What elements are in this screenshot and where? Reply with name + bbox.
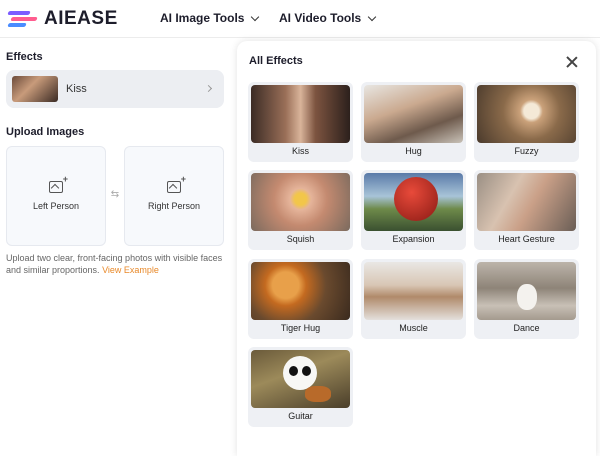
upload-images-title: Upload Images <box>6 126 85 138</box>
selected-effect-label: Kiss <box>66 83 87 95</box>
selected-effect-thumbnail <box>12 76 58 102</box>
effect-card-expansion[interactable]: Expansion <box>361 170 466 250</box>
guitar-shape <box>305 386 331 402</box>
dog-shape <box>517 284 537 310</box>
nav-ai-image-tools[interactable]: AI Image Tools <box>160 11 260 25</box>
effect-card-heart-gesture[interactable]: Heart Gesture <box>474 170 579 250</box>
effect-card-hug[interactable]: Hug <box>361 82 466 162</box>
left-panel: Effects Kiss Upload Images Left Person ⇆… <box>0 39 236 456</box>
effect-thumbnail <box>364 85 463 143</box>
effect-thumbnail <box>477 173 576 231</box>
upload-hint: Upload two clear, front-facing photos wi… <box>6 252 232 276</box>
balloon-shape <box>394 177 438 221</box>
effect-label: Tiger Hug <box>280 323 321 333</box>
effect-label: Fuzzy <box>514 146 539 156</box>
effect-label: Hug <box>405 146 422 156</box>
close-icon[interactable] <box>566 56 578 68</box>
effect-thumbnail <box>251 173 350 231</box>
effect-thumbnail <box>251 262 350 320</box>
effect-label: Heart Gesture <box>498 234 555 244</box>
effect-label: Guitar <box>288 411 313 421</box>
logo-mark-icon <box>7 10 38 28</box>
brand-logo[interactable]: AIEASE <box>7 8 118 30</box>
upload-right-person[interactable]: Right Person <box>124 146 224 246</box>
effect-card-kiss[interactable]: Kiss <box>248 82 353 162</box>
effect-thumbnail <box>251 350 350 408</box>
nav-ai-image-tools-label: AI Image Tools <box>160 11 245 25</box>
nav-ai-video-tools-label: AI Video Tools <box>279 11 362 25</box>
upload-left-person[interactable]: Left Person <box>6 146 106 246</box>
effect-card-tiger-hug[interactable]: Tiger Hug <box>248 259 353 339</box>
chevron-down-icon <box>251 12 260 21</box>
effect-thumbnail <box>477 85 576 143</box>
all-effects-popup: All Effects Kiss Hug Fuzzy Squish Expans… <box>237 41 596 456</box>
image-plus-icon <box>167 174 186 193</box>
effects-section-title: Effects <box>6 51 43 63</box>
effect-label: Muscle <box>399 323 428 333</box>
effect-thumbnail <box>364 173 463 231</box>
effect-card-dance[interactable]: Dance <box>474 259 579 339</box>
upload-right-person-label: Right Person <box>147 201 201 211</box>
effect-label: Squish <box>286 234 315 244</box>
effect-thumbnail <box>477 262 576 320</box>
popup-title: All Effects <box>249 55 303 67</box>
effect-label: Expansion <box>392 234 435 244</box>
effect-card-muscle[interactable]: Muscle <box>361 259 466 339</box>
effect-thumbnail <box>364 262 463 320</box>
chevron-down-icon <box>367 12 377 21</box>
view-example-link[interactable]: View Example <box>102 265 159 275</box>
effect-thumbnail <box>251 85 350 143</box>
effect-label: Kiss <box>291 146 309 156</box>
panda-shape <box>283 356 317 390</box>
effect-card-fuzzy[interactable]: Fuzzy <box>474 82 579 162</box>
effect-label: Dance <box>513 323 540 333</box>
top-header: AIEASE AI Image Tools AI Video Tools <box>0 0 600 38</box>
upload-left-person-label: Left Person <box>32 201 80 211</box>
nav-ai-video-tools[interactable]: AI Video Tools <box>279 11 377 25</box>
effect-card-squish[interactable]: Squish <box>248 170 353 250</box>
brand-name: AIEASE <box>44 8 118 29</box>
image-plus-icon <box>49 174 68 193</box>
swap-icon[interactable]: ⇆ <box>109 189 121 200</box>
selected-effect-dropdown[interactable]: Kiss <box>6 70 224 108</box>
effect-card-guitar[interactable]: Guitar <box>248 347 353 427</box>
chevron-right-icon <box>204 84 213 93</box>
